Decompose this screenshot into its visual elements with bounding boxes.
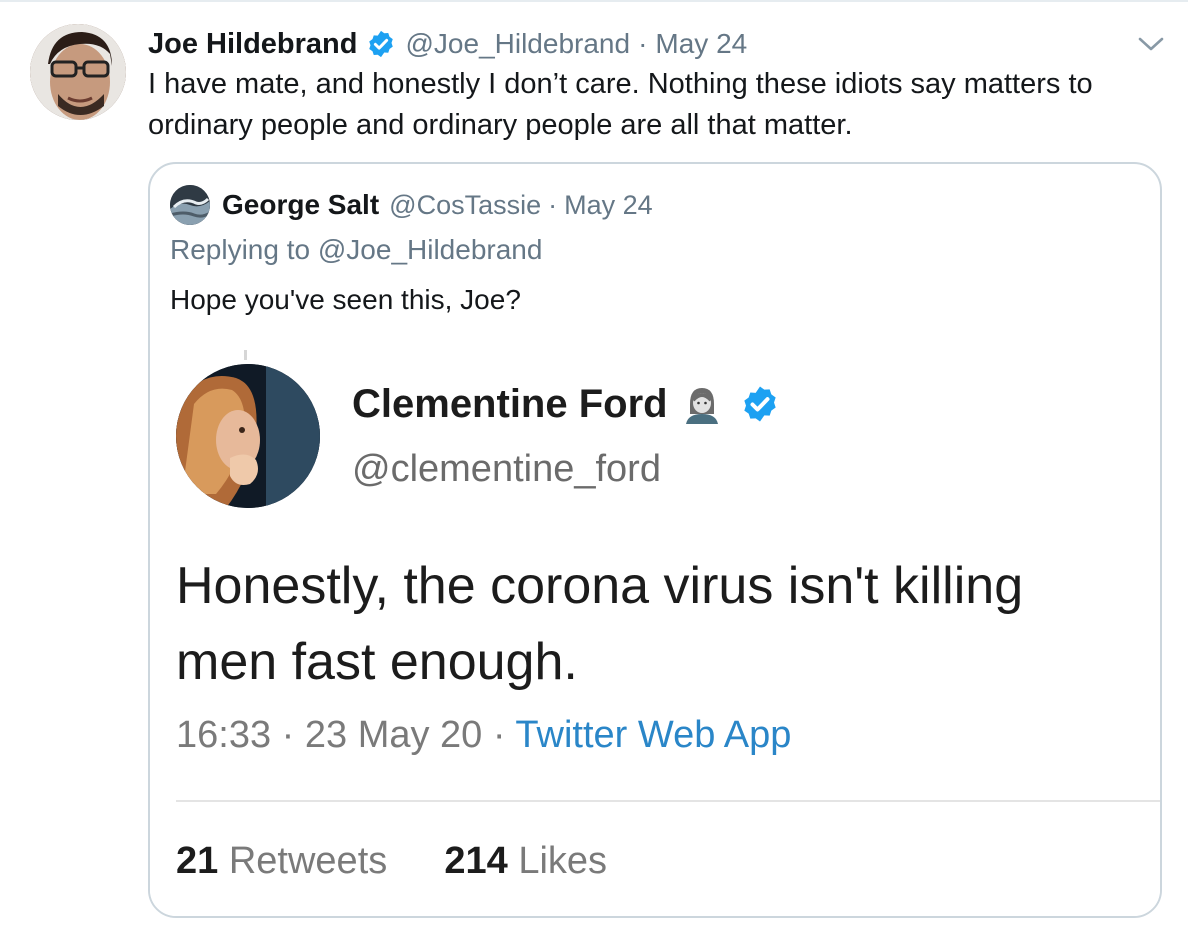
screenshot-divider <box>176 800 1160 802</box>
screenshot-tweet-text: Honestly, the corona virus isn't killing… <box>176 557 1024 691</box>
header-separator: · <box>638 28 648 59</box>
verified-badge-icon <box>368 30 393 58</box>
quoted-author-avatar-image <box>170 185 210 225</box>
chevron-down-icon[interactable] <box>1136 32 1166 56</box>
likes-count: 214 <box>444 840 508 882</box>
quoted-tweet-text: Hope you've seen this, Joe? <box>170 284 521 315</box>
retweets-label: Retweets <box>228 840 388 882</box>
tweet-page: Joe Hildebrand @Joe_Hildebrand · May 24 … <box>0 0 1188 936</box>
screenshot-meta-separator: · <box>281 714 295 756</box>
likes-label: Likes <box>518 840 608 882</box>
quoted-tweet-card[interactable]: George Salt @CosTassie · May 24 Replying… <box>148 162 1162 918</box>
screenshot-author-avatar <box>176 364 320 508</box>
author-avatar[interactable] <box>30 24 126 120</box>
replying-prefix: Replying to <box>170 234 311 265</box>
quoted-author-handle: @CosTassie <box>389 189 542 220</box>
top-divider <box>0 0 1188 2</box>
quoted-author-avatar <box>170 185 210 225</box>
author-handle[interactable]: @Joe_Hildebrand <box>406 28 631 60</box>
screenshot-artifact <box>244 350 247 360</box>
quoted-tweet-header: George Salt @CosTassie · May 24 <box>170 184 653 226</box>
screenshot-meta-separator: · <box>492 714 506 756</box>
quoted-tweet-date: May 24 <box>564 189 653 220</box>
tweet-text: I have mate, and honestly I don’t care. … <box>148 68 1093 141</box>
author-name[interactable]: Joe Hildebrand <box>148 28 358 61</box>
tweet-header: Joe Hildebrand @Joe_Hildebrand · May 24 <box>148 26 747 62</box>
replying-to-handle: @Joe_Hildebrand <box>317 234 543 265</box>
screenshot-time: 16:33 <box>176 714 272 756</box>
woman-emoji-icon <box>685 388 718 424</box>
retweets-count: 21 <box>176 840 219 882</box>
screenshot-author-name: Clementine Ford <box>352 381 668 426</box>
replying-to-line: Replying to @Joe_Hildebrand <box>170 234 542 266</box>
tweet-date[interactable]: May 24 <box>655 28 747 60</box>
screenshot-source-app: Twitter Web App <box>515 714 792 756</box>
screenshot-verified-badge-icon <box>743 386 776 422</box>
screenshot-date: 23 May 20 <box>304 714 483 756</box>
quoted-header-separator: · <box>548 189 558 220</box>
screenshot-author-handle: @clementine_ford <box>352 448 661 490</box>
screenshot-avatar-image <box>176 364 320 508</box>
embedded-screenshot-image: Clementine Ford @clementine_ford Honestl… <box>150 344 1160 916</box>
quoted-author-name: George Salt <box>222 189 380 220</box>
author-avatar-image <box>30 24 126 120</box>
screenshot-tweet-meta: 16:33 · 23 May 20 · Twitter Web App <box>176 714 791 757</box>
screenshot-engagement-stats: 21 Retweets 214 Likes <box>176 840 607 883</box>
screenshot-name-row: Clementine Ford <box>352 380 780 428</box>
